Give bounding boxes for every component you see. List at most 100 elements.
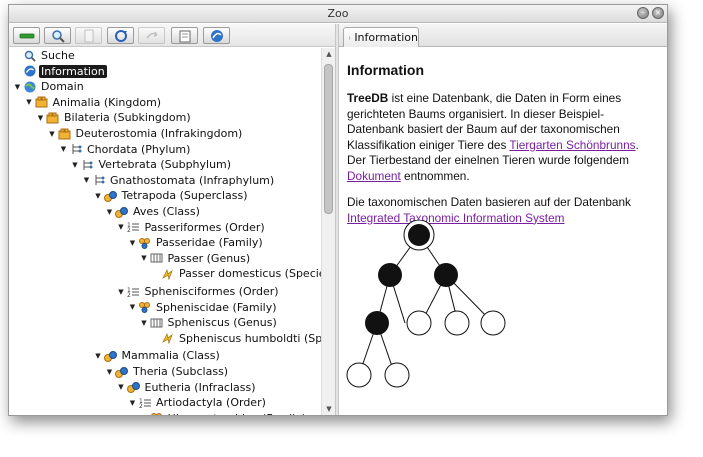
tree-node-row[interactable]: ▼ 1 2 Sphenisciformes (Order) [117, 284, 281, 299]
app-window: Zoo – × Suche Information ▼ Domain ▼ Ani… [8, 4, 668, 416]
scroll-down-icon[interactable]: ▼ [322, 403, 336, 415]
tree-node-row[interactable]: ▼ Animalia (Kingdom) [25, 95, 164, 110]
tree-node-row[interactable]: ▼ 1 2 Artiodactyla (Order) [128, 395, 268, 410]
expand-arrow-icon[interactable]: ▼ [140, 318, 149, 327]
forward-button[interactable] [138, 27, 165, 44]
tab-bar: Information [339, 24, 667, 47]
phylum-icon [69, 143, 82, 156]
tree-node-label: Tetrapoda (Superclass) [121, 189, 248, 203]
tree-node-label: Deuterostomia (Infrakingdom) [75, 127, 243, 140]
svg-text:2: 2 [139, 403, 143, 409]
tree-node-label: Spheniscus humboldti (Species) [179, 331, 321, 345]
tree-node-row[interactable]: Passer domesticus (Species) [151, 266, 321, 281]
tree-node-row[interactable]: ▼ Deuterostomia (Infrakingdom) [48, 126, 245, 141]
tree-node-row[interactable]: ▼ Spheniscidae (Family) [128, 300, 279, 315]
expand-arrow-icon[interactable]: ▼ [128, 398, 137, 407]
tree-node-row[interactable]: ▼ Passer (Genus) [140, 251, 253, 266]
collapse-button[interactable] [13, 27, 40, 44]
family-icon [150, 412, 163, 415]
tree-node-row[interactable]: Suche [13, 48, 77, 63]
product-name: TreeDB [347, 91, 389, 105]
expand-arrow-icon[interactable]: ▼ [140, 254, 149, 263]
new-page-button[interactable] [75, 27, 102, 44]
close-icon[interactable]: × [652, 7, 664, 19]
info-button[interactable] [203, 27, 230, 44]
minus-icon [19, 33, 34, 38]
tree-node-label: Theria (Subclass) [133, 365, 229, 378]
expand-arrow-icon[interactable]: ▼ [59, 145, 68, 154]
no-arrow [151, 334, 160, 343]
folder-button[interactable] [171, 27, 198, 44]
expand-arrow-icon[interactable]: ▼ [140, 414, 149, 415]
kingdom-icon [35, 96, 48, 109]
tree-node-row[interactable]: ▼ Tetrapoda (Superclass) [94, 188, 250, 203]
tree-node-label: Information [39, 64, 107, 78]
tree-node-row[interactable]: ▼ Passeridae (Family) [128, 235, 265, 250]
expand-arrow-icon[interactable]: ▼ [71, 160, 80, 169]
expand-arrow-icon[interactable]: ▼ [117, 223, 126, 232]
taxonomy-tree[interactable]: Suche Information ▼ Domain ▼ Animalia (Kingdo… [9, 48, 321, 415]
expand-arrow-icon[interactable]: ▼ [94, 191, 103, 200]
tree-node-label: Suche [41, 49, 75, 62]
class-icon [115, 205, 128, 218]
family-icon [138, 301, 151, 314]
tree-node-label: Passeridae (Family) [156, 236, 263, 250]
search-button[interactable] [44, 27, 71, 44]
tiergarten-link[interactable]: Tiergarten Schönbrunns [509, 138, 635, 152]
info-heading: Information [347, 62, 424, 78]
tree-node-row[interactable]: ▼ Aves (Class) [105, 204, 202, 219]
minimize-icon[interactable]: – [637, 7, 649, 19]
expand-arrow-icon[interactable]: ▼ [48, 129, 57, 138]
expand-arrow-icon[interactable]: ▼ [105, 207, 114, 216]
search-icon [23, 49, 36, 62]
leaf-node [406, 310, 432, 336]
expand-arrow-icon[interactable]: ▼ [25, 98, 34, 107]
tree-node-row[interactable]: ▼ Chordata (Phylum) [59, 142, 192, 157]
tree-scrollbar[interactable]: ▲ ▼ [321, 48, 335, 415]
tree-node-label: Passer domesticus (Species) [179, 267, 321, 281]
expand-arrow-icon[interactable]: ▼ [94, 351, 103, 360]
expand-arrow-icon[interactable]: ▼ [128, 238, 137, 247]
tree-node-row[interactable]: ▼ Eutheria (Infraclass) [117, 380, 258, 395]
class-icon [103, 189, 117, 202]
expand-arrow-icon[interactable]: ▼ [82, 176, 91, 185]
expand-arrow-icon[interactable]: ▼ [105, 367, 114, 376]
leaf-node [384, 362, 410, 388]
tree-node-row[interactable]: ▼ Spheniscus (Genus) [140, 315, 279, 330]
refresh-icon [114, 29, 127, 42]
tree-node-row[interactable]: Spheniscus humboldti (Species) [151, 331, 321, 346]
tree-node-row[interactable]: ▼ Gnathostomata (Infraphylum) [82, 173, 276, 188]
species-icon [161, 332, 174, 345]
no-arrow [13, 51, 22, 60]
tree-node-row[interactable]: ▼ Mammalia (Class) [94, 348, 222, 363]
tree-node-label: Passer (Genus) [167, 251, 251, 265]
tree-node-row[interactable]: ▼ Bilateria (Subkingdom) [36, 110, 193, 125]
tree-node-row[interactable]: Information [13, 64, 107, 79]
expand-arrow-icon[interactable]: ▼ [13, 82, 22, 91]
dokument-link[interactable]: Dokument [347, 169, 401, 183]
expand-arrow-icon[interactable]: ▼ [117, 287, 126, 296]
scroll-thumb[interactable] [324, 64, 333, 214]
scroll-up-icon[interactable]: ▲ [322, 48, 336, 60]
tree-node-label: Spheniscidae (Family) [156, 300, 277, 314]
tab-information[interactable]: Information [343, 27, 419, 47]
expand-arrow-icon[interactable]: ▼ [117, 383, 126, 392]
tree-node-row[interactable]: ▼ Theria (Subclass) [105, 364, 230, 379]
expand-arrow-icon[interactable]: ▼ [36, 113, 45, 122]
forward-icon [145, 31, 158, 38]
refresh-button[interactable] [107, 27, 134, 44]
paragraph-text: entnommen. [400, 168, 470, 183]
svg-text:2: 2 [127, 292, 131, 298]
class-icon [103, 349, 117, 362]
tree-node-row[interactable]: ▼ 1 2 Passeriformes (Order) [117, 220, 267, 235]
tree-node-row[interactable]: ▼ Vertebrata (Subphylum) [71, 157, 234, 172]
tree-node [378, 263, 402, 287]
tree-node-label: Hippopotamidae (Family) [166, 412, 309, 415]
tree-node-row[interactable]: ▼ Hippopotamidae (Family) [140, 411, 309, 415]
folder-icon [179, 30, 190, 42]
expand-arrow-icon[interactable]: ▼ [128, 303, 137, 312]
tree-node-row[interactable]: ▼ Domain [13, 79, 86, 94]
tree-node-label: Artiodactyla (Order) [156, 396, 266, 410]
family-icon [138, 236, 151, 249]
tree-node-label: Passeriformes (Order) [144, 220, 265, 234]
